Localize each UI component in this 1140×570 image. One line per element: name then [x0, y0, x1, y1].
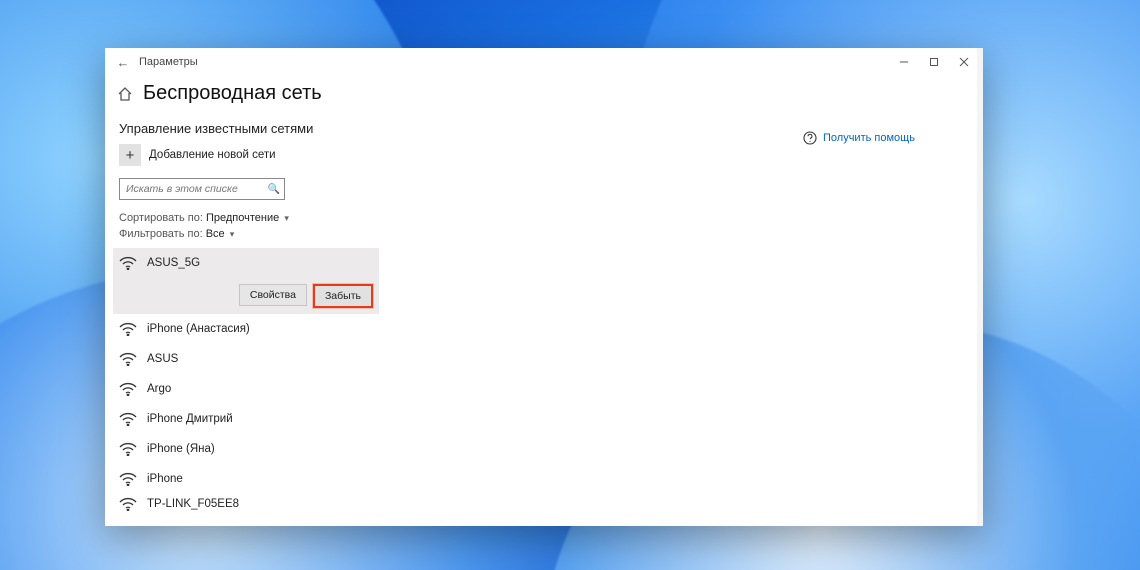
- chevron-down-icon: ▾: [284, 213, 289, 223]
- add-network-button[interactable]: + Добавление новой сети: [113, 144, 797, 176]
- properties-label: Свойства: [250, 289, 296, 301]
- filter-value: Все: [206, 228, 225, 240]
- properties-button[interactable]: Свойства: [239, 284, 307, 306]
- network-name: TP-LINK_F05EE8: [147, 498, 239, 510]
- network-item[interactable]: iPhone: [119, 464, 797, 494]
- app-title: Параметры: [139, 56, 198, 68]
- close-button[interactable]: [949, 52, 979, 72]
- scrollbar[interactable]: [977, 76, 983, 526]
- network-name: iPhone (Яна): [147, 443, 215, 455]
- settings-window: ← Параметры: [105, 48, 983, 526]
- wifi-icon: [119, 442, 137, 456]
- wifi-icon: [119, 472, 137, 486]
- network-name: Argo: [147, 383, 171, 395]
- desktop-wallpaper: ← Параметры: [0, 0, 1140, 570]
- wifi-icon: [119, 382, 137, 396]
- home-icon[interactable]: [117, 86, 133, 102]
- page-heading-row: Беспроводная сеть: [113, 76, 797, 115]
- filter-dropdown[interactable]: Фильтровать по: Все ▾: [113, 228, 797, 244]
- back-button[interactable]: ←: [113, 55, 133, 70]
- network-name: ASUS: [147, 353, 178, 365]
- get-help-link[interactable]: Получить помощь: [803, 131, 983, 145]
- network-item-selected[interactable]: ASUS_5G Свойства Забыть: [113, 248, 379, 314]
- page-title: Беспроводная сеть: [143, 82, 322, 105]
- network-item[interactable]: TP-LINK_F05EE8: [119, 494, 797, 514]
- network-name: iPhone: [147, 473, 183, 485]
- sort-value: Предпочтение: [206, 212, 279, 224]
- titlebar: ← Параметры: [105, 48, 983, 76]
- section-heading: Управление известными сетями: [113, 115, 797, 144]
- network-item[interactable]: iPhone Дмитрий: [119, 404, 797, 434]
- network-name: ASUS_5G: [147, 257, 200, 269]
- network-name: iPhone Дмитрий: [147, 413, 233, 425]
- network-item[interactable]: Argo: [119, 374, 797, 404]
- side-panel: Получить помощь: [797, 76, 983, 526]
- network-name: iPhone (Анастасия): [147, 323, 250, 335]
- wifi-icon: [119, 412, 137, 426]
- add-network-label: Добавление новой сети: [149, 149, 276, 161]
- chevron-down-icon: ▾: [230, 229, 235, 239]
- help-icon: [803, 131, 817, 145]
- wifi-icon: [119, 497, 137, 511]
- sort-dropdown[interactable]: Сортировать по: Предпочтение ▾: [113, 212, 797, 228]
- content-area: Беспроводная сеть Управление известными …: [105, 76, 983, 526]
- maximize-button[interactable]: [919, 52, 949, 72]
- network-item[interactable]: ASUS: [119, 344, 797, 374]
- wifi-icon: [119, 352, 137, 366]
- network-item[interactable]: iPhone (Анастасия): [119, 314, 797, 344]
- search-icon: 🔍: [268, 184, 280, 195]
- minimize-button[interactable]: [889, 52, 919, 72]
- wifi-icon: [119, 256, 137, 270]
- filter-label: Фильтровать по:: [119, 228, 203, 240]
- forget-label: Забыть: [325, 290, 361, 302]
- plus-icon: +: [119, 144, 141, 166]
- search-input[interactable]: 🔍: [119, 178, 285, 200]
- network-item[interactable]: iPhone (Яна): [119, 434, 797, 464]
- help-label: Получить помощь: [823, 132, 915, 144]
- sort-label: Сортировать по:: [119, 212, 203, 224]
- search-field[interactable]: [124, 182, 268, 196]
- main-panel: Беспроводная сеть Управление известными …: [105, 76, 797, 526]
- forget-button[interactable]: Забыть: [313, 284, 373, 308]
- network-list: ASUS_5G Свойства Забыть: [113, 248, 797, 514]
- wifi-icon: [119, 322, 137, 336]
